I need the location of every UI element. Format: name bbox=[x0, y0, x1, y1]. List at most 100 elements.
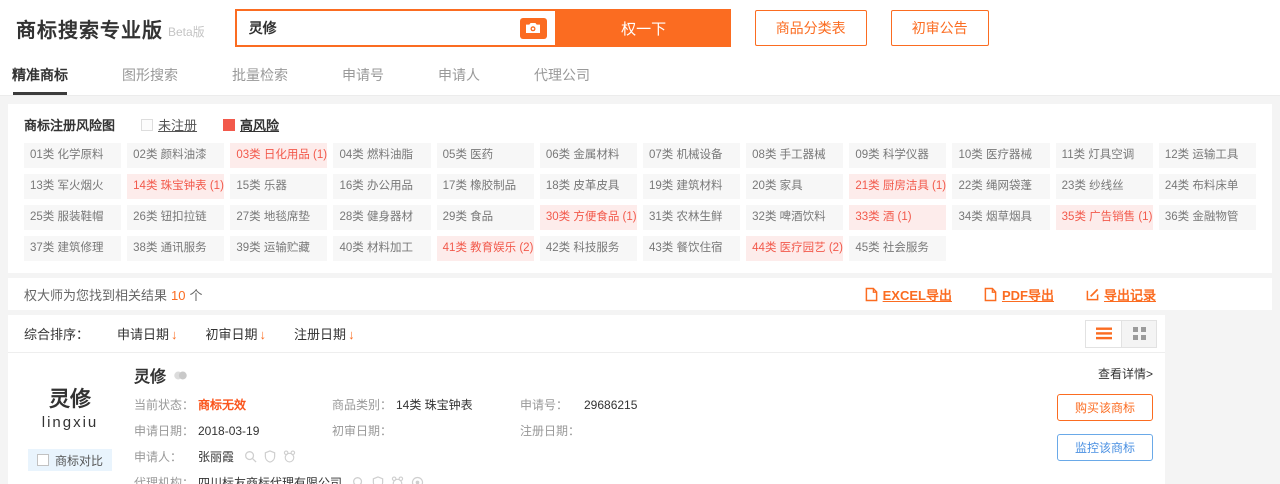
class-chip[interactable]: 09类 科学仪器 bbox=[849, 143, 946, 168]
list-view-button[interactable] bbox=[1086, 321, 1121, 347]
class-chip[interactable]: 23类 纱线丝 bbox=[1056, 174, 1153, 199]
class-chip[interactable]: 40类 材料加工 bbox=[333, 236, 430, 261]
legend-unregistered-label[interactable]: 未注册 bbox=[158, 115, 197, 134]
class-chip[interactable]: 28类 健身器材 bbox=[333, 205, 430, 230]
tab-batch-search[interactable]: 批量检索 bbox=[232, 56, 288, 95]
class-chip-high-risk[interactable]: 21类 厨房洁具 (1) bbox=[849, 174, 946, 199]
class-chip[interactable]: 10类 医疗器械 bbox=[952, 143, 1049, 168]
legend-high-risk: 高风险 bbox=[223, 115, 279, 134]
legend-high-risk-label[interactable]: 高风险 bbox=[240, 115, 279, 134]
search-mode-tabs: 精准商标 图形搜索 批量检索 申请号 申请人 代理公司 bbox=[0, 56, 1280, 96]
file-icon bbox=[984, 287, 997, 302]
class-chip[interactable]: 20类 家具 bbox=[746, 174, 843, 199]
results-suffix: 个 bbox=[189, 288, 202, 303]
tab-agency[interactable]: 代理公司 bbox=[534, 56, 590, 95]
applicant-value[interactable]: 张丽霞 bbox=[198, 448, 234, 465]
sort-application-date-label: 申请日期 bbox=[117, 327, 169, 342]
class-chip[interactable]: 04类 燃料油脂 bbox=[333, 143, 430, 168]
tab-applicant[interactable]: 申请人 bbox=[438, 56, 480, 95]
bear-icon[interactable] bbox=[283, 450, 296, 463]
tab-application-number[interactable]: 申请号 bbox=[342, 56, 384, 95]
class-chip-high-risk[interactable]: 33类 酒 (1) bbox=[849, 205, 946, 230]
registration-date-label: 注册日期： bbox=[520, 422, 584, 439]
goods-classification-button[interactable]: 商品分类表 bbox=[755, 10, 867, 46]
class-chip[interactable]: 17类 橡胶制品 bbox=[437, 174, 534, 199]
class-chip[interactable]: 22类 绳网袋蓬 bbox=[952, 174, 1049, 199]
class-chip[interactable]: 26类 钮扣拉链 bbox=[127, 205, 224, 230]
class-chip-high-risk[interactable]: 35类 广告销售 (1) bbox=[1056, 205, 1153, 230]
compare-checkbox[interactable]: 商标对比 bbox=[28, 449, 112, 471]
search-input[interactable] bbox=[249, 20, 520, 36]
class-chip[interactable]: 34类 烟草烟具 bbox=[952, 205, 1049, 230]
agency-value[interactable]: 四川标友商标代理有限公司 bbox=[198, 474, 342, 484]
shield-icon[interactable] bbox=[264, 450, 276, 463]
class-chip[interactable]: 11类 灯具空调 bbox=[1056, 143, 1153, 168]
search-icon[interactable] bbox=[244, 450, 257, 463]
class-chip-high-risk[interactable]: 14类 珠宝钟表 (1) bbox=[127, 174, 224, 199]
class-chip[interactable]: 32类 啤酒饮料 bbox=[746, 205, 843, 230]
class-chip[interactable]: 01类 化学原料 bbox=[24, 143, 121, 168]
sort-down-arrow-icon: ↓ bbox=[348, 327, 355, 342]
camera-search-button[interactable] bbox=[520, 18, 547, 39]
monitor-trademark-button[interactable]: 监控该商标 bbox=[1057, 434, 1153, 461]
search-box[interactable] bbox=[235, 9, 557, 47]
target-icon[interactable] bbox=[411, 476, 424, 484]
class-chip[interactable]: 19类 建筑材料 bbox=[643, 174, 740, 199]
status-label: 当前状态： bbox=[134, 396, 198, 413]
class-chip-high-risk[interactable]: 30类 方便食品 (1) bbox=[540, 205, 637, 230]
tab-exact-trademark[interactable]: 精准商标 bbox=[12, 56, 68, 95]
edit-icon bbox=[1086, 288, 1099, 301]
shield-icon[interactable] bbox=[372, 476, 384, 484]
export-history-label: 导出记录 bbox=[1104, 285, 1156, 304]
class-chip[interactable]: 05类 医药 bbox=[437, 143, 534, 168]
search-submit-button[interactable]: 权一下 bbox=[557, 9, 731, 47]
class-chip[interactable]: 18类 皮革皮具 bbox=[540, 174, 637, 199]
class-chip[interactable]: 45类 社会服务 bbox=[849, 236, 946, 261]
class-chip[interactable]: 31类 农林生鲜 bbox=[643, 205, 740, 230]
class-chip[interactable]: 43类 餐饮住宿 bbox=[643, 236, 740, 261]
excel-export-link[interactable]: EXCEL导出 bbox=[865, 285, 952, 304]
grid-view-button[interactable] bbox=[1121, 321, 1156, 347]
class-chip[interactable]: 37类 建筑修理 bbox=[24, 236, 121, 261]
bear-icon[interactable] bbox=[391, 476, 404, 484]
risk-map-panel: 商标注册风险图 未注册 高风险 01类 化学原料02类 颜料油漆03类 日化用品… bbox=[8, 104, 1272, 273]
class-chip[interactable]: 06类 金属材料 bbox=[540, 143, 637, 168]
sort-application-date[interactable]: 申请日期↓ bbox=[117, 324, 178, 343]
applicant-label: 申请人： bbox=[134, 448, 198, 465]
view-toggle bbox=[1085, 320, 1157, 348]
class-chip[interactable]: 13类 军火烟火 bbox=[24, 174, 121, 199]
class-chip[interactable]: 08类 手工器械 bbox=[746, 143, 843, 168]
result-title[interactable]: 灵修 bbox=[134, 363, 166, 387]
class-chip[interactable]: 16类 办公用品 bbox=[333, 174, 430, 199]
status-value: 商标无效 bbox=[198, 396, 246, 413]
class-chip[interactable]: 07类 机械设备 bbox=[643, 143, 740, 168]
pdf-export-link[interactable]: PDF导出 bbox=[984, 285, 1054, 304]
class-chip[interactable]: 02类 颜料油漆 bbox=[127, 143, 224, 168]
class-chip[interactable]: 24类 布料床单 bbox=[1159, 174, 1256, 199]
sort-options: 综合排序： 申请日期↓ 初审日期↓ 注册日期↓ bbox=[24, 324, 355, 343]
class-chip[interactable]: 42类 科技服务 bbox=[540, 236, 637, 261]
class-chip-high-risk[interactable]: 44类 医疗园艺 (2) bbox=[746, 236, 843, 261]
sort-preliminary-date[interactable]: 初审日期↓ bbox=[206, 324, 267, 343]
class-chip[interactable]: 15类 乐器 bbox=[230, 174, 327, 199]
preliminary-announcement-button[interactable]: 初审公告 bbox=[891, 10, 989, 46]
class-chip[interactable]: 12类 运输工具 bbox=[1159, 143, 1256, 168]
view-detail-link[interactable]: 查看详情> bbox=[1098, 365, 1153, 382]
results-count: 10 bbox=[171, 288, 185, 303]
buy-trademark-button[interactable]: 购买该商标 bbox=[1057, 394, 1153, 421]
class-chip[interactable]: 25类 服装鞋帽 bbox=[24, 205, 121, 230]
class-chip[interactable]: 27类 地毯席垫 bbox=[230, 205, 327, 230]
class-chip-high-risk[interactable]: 41类 教育娱乐 (2) bbox=[437, 236, 534, 261]
trademark-image: 灵修 lingxiu 商标对比 bbox=[20, 361, 120, 484]
export-history-link[interactable]: 导出记录 bbox=[1086, 285, 1156, 304]
class-chip[interactable]: 36类 金融物管 bbox=[1159, 205, 1256, 230]
checkbox-icon[interactable] bbox=[37, 454, 49, 466]
class-chip[interactable]: 38类 通讯服务 bbox=[127, 236, 224, 261]
tab-image-search[interactable]: 图形搜索 bbox=[122, 56, 178, 95]
class-chip-high-risk[interactable]: 03类 日化用品 (1) bbox=[230, 143, 327, 168]
sort-registration-date-label: 注册日期 bbox=[294, 327, 346, 342]
class-chip[interactable]: 29类 食品 bbox=[437, 205, 534, 230]
sort-registration-date[interactable]: 注册日期↓ bbox=[294, 324, 355, 343]
class-chip[interactable]: 39类 运输贮藏 bbox=[230, 236, 327, 261]
search-icon[interactable] bbox=[352, 476, 365, 484]
